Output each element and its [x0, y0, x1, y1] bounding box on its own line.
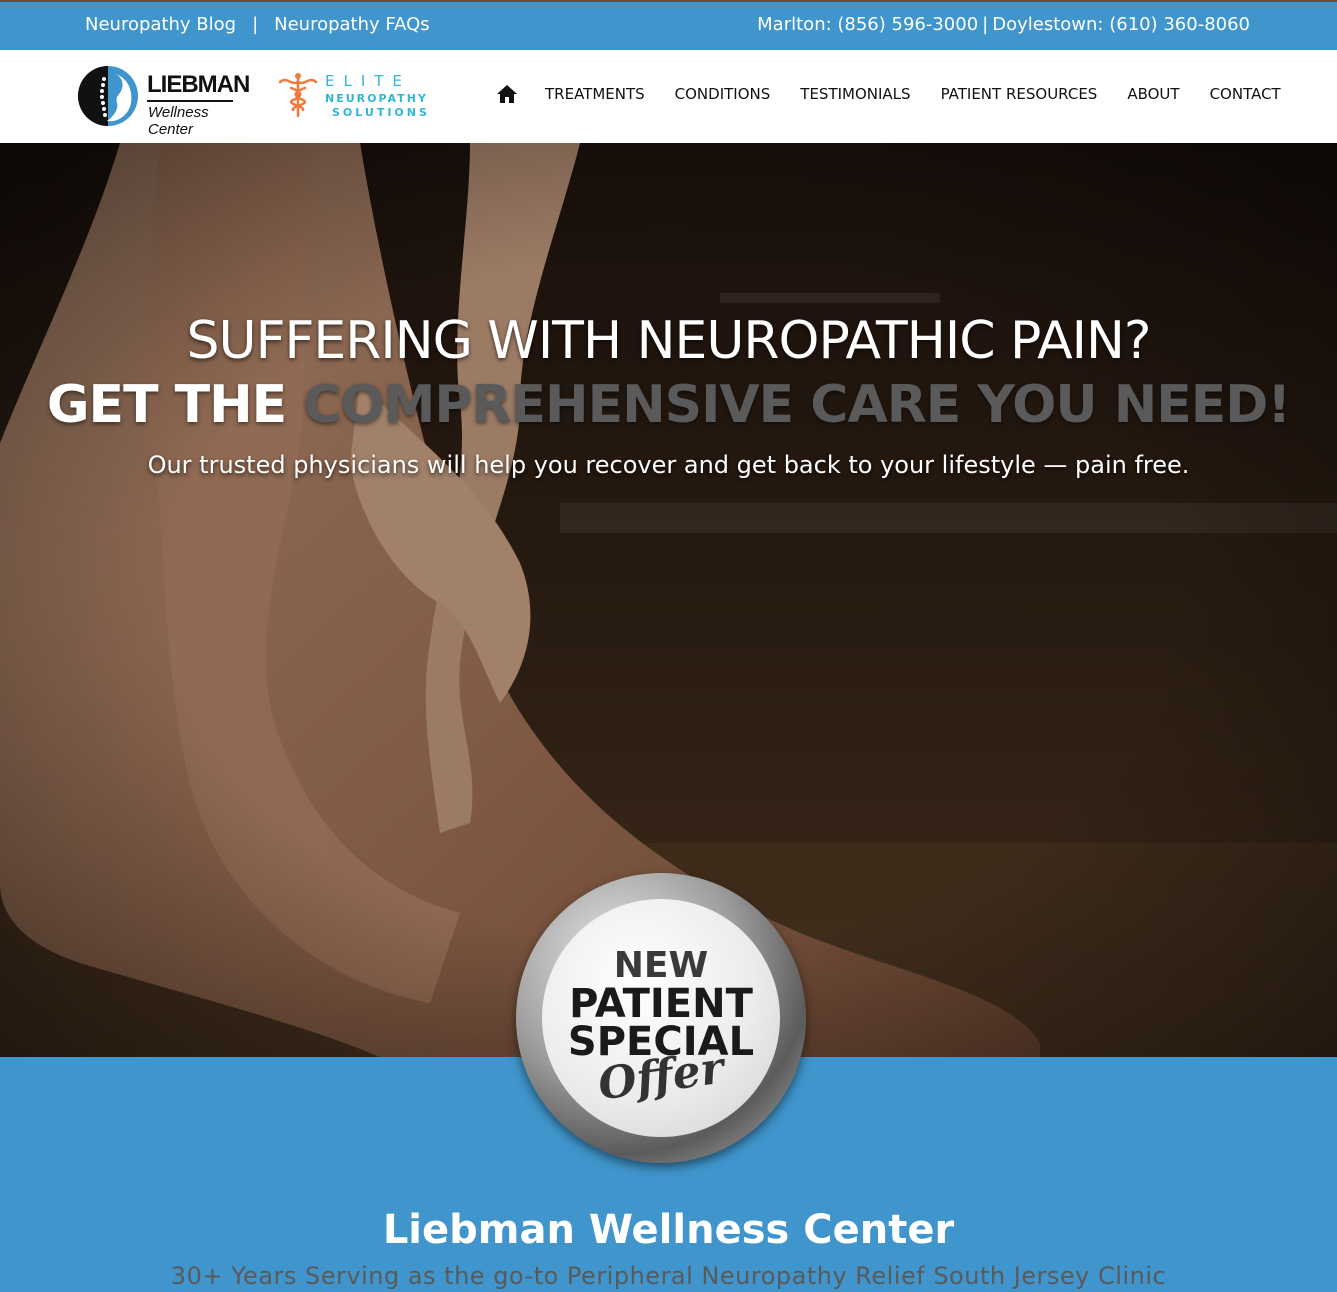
hero-subheadline-part2: COMPREHENSIVE CARE YOU NEED!	[303, 375, 1291, 435]
liebman-logo-subtitle: Wellness Center	[148, 104, 209, 138]
badge-line-new: NEW	[613, 945, 709, 986]
marlton-phone-link[interactable]: Marlton: (856) 596-3000	[757, 14, 978, 35]
hero-headline: SUFFERING WITH NEUROPATHIC PAIN?	[186, 311, 1152, 371]
clinic-title: Liebman Wellness Center	[382, 1207, 955, 1253]
hero-subheadline-part1: GET THE	[46, 375, 304, 435]
caduceus-icon	[278, 73, 318, 118]
liebman-logo-rule	[147, 100, 233, 102]
nav-item-conditions[interactable]: CONDITIONS	[675, 85, 771, 103]
main-nav: TREATMENTS CONDITIONS TESTIMONIALS PATIE…	[496, 84, 1281, 104]
top-links-separator: |	[252, 14, 259, 35]
elite-neuropathy-logo[interactable]: ELITE NEUROPATHY SOLUTIONS	[277, 70, 447, 122]
nav-item-contact[interactable]: CONTACT	[1210, 85, 1281, 103]
top-utility-bar: Neuropathy Blog | Neuropathy FAQs Marlto…	[0, 0, 1337, 50]
top-links: Neuropathy Blog | Neuropathy FAQs	[85, 14, 430, 35]
nav-item-patient-resources[interactable]: PATIENT RESOURCES	[941, 85, 1098, 103]
clinic-subtitle: 30+ Years Serving as the go-to Periphera…	[170, 1262, 1167, 1290]
doylestown-phone-link[interactable]: Doylestown: (610) 360-8060	[992, 14, 1250, 35]
nav-item-treatments[interactable]: TREATMENTS	[545, 85, 645, 103]
phone-numbers: Marlton: (856) 596-3000 | Doylestown: (6…	[757, 14, 1250, 35]
hero-subheadline: GET THE COMPREHENSIVE CARE YOU NEED!	[0, 375, 1337, 435]
site-header: LIEBMAN Wellness Center ELITE NEUROPATHY…	[0, 50, 1337, 143]
neuropathy-blog-link[interactable]: Neuropathy Blog	[85, 14, 236, 35]
new-patient-offer-badge[interactable]: NEW PATIENT SPECIAL Offer	[516, 873, 806, 1163]
elite-logo-line2: NEUROPATHY	[325, 92, 428, 105]
spine-logo-icon	[78, 66, 138, 126]
neuropathy-faqs-link[interactable]: Neuropathy FAQs	[274, 14, 430, 35]
nav-item-testimonials[interactable]: TESTIMONIALS	[800, 85, 910, 103]
liebman-logo[interactable]: LIEBMAN Wellness Center	[77, 65, 250, 138]
elite-logo-line3: SOLUTIONS	[332, 106, 430, 119]
home-icon[interactable]	[496, 84, 518, 104]
hero-tagline: Our trusted physicians will help you rec…	[147, 451, 1190, 479]
elite-logo-line1: ELITE	[325, 72, 411, 90]
liebman-logo-name: LIEBMAN	[147, 71, 250, 98]
phone-separator: |	[982, 14, 989, 35]
nav-item-about[interactable]: ABOUT	[1127, 85, 1179, 103]
